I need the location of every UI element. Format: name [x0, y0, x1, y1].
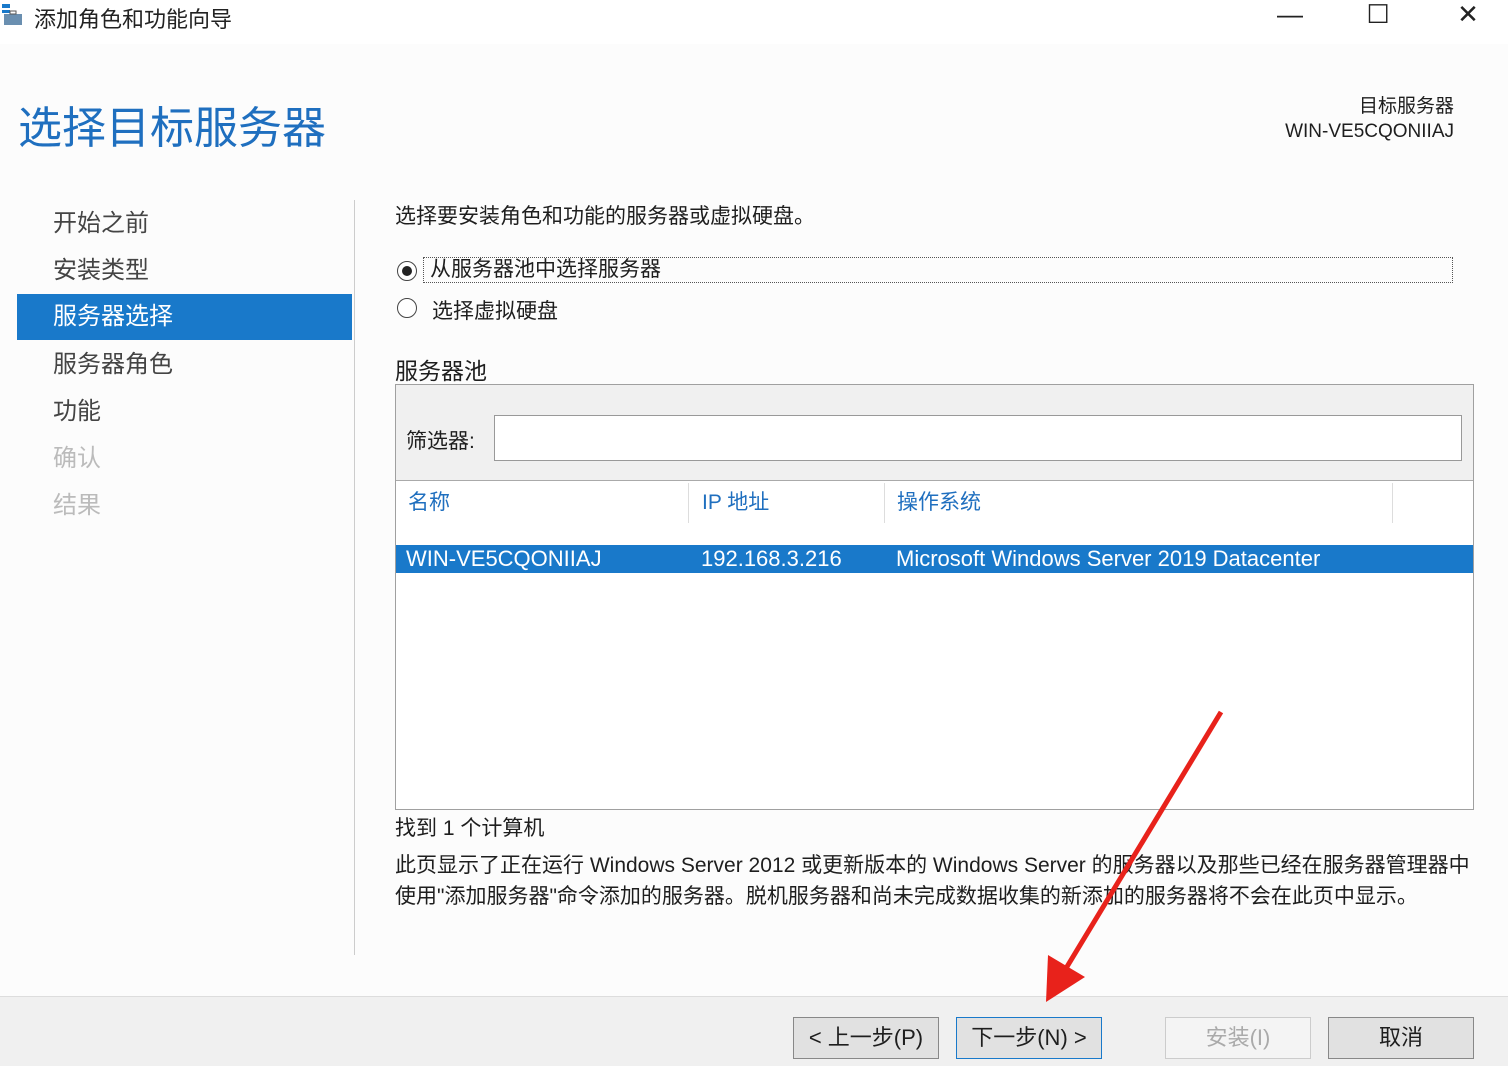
radio-vhd[interactable]: 选择虚拟硬盘	[397, 297, 697, 323]
destination-server-name: WIN-VE5CQONIIAJ	[1285, 121, 1454, 142]
cell-name: WIN-VE5CQONIIAJ	[406, 546, 602, 571]
filter-bar: 筛选器:	[396, 385, 1473, 481]
install-button: 安装(I)	[1165, 1017, 1311, 1059]
description-text: 此页显示了正在运行 Windows Server 2012 或更新版本的 Win…	[395, 854, 1470, 908]
instruction-text: 选择要安装角色和功能的服务器或虚拟硬盘。	[395, 205, 815, 228]
radio-button[interactable]	[397, 298, 417, 318]
footer: < 上一步(P) 下一步(N) > 安装(I) 取消	[0, 996, 1508, 1066]
maximize-button[interactable]: ☐	[1348, 0, 1408, 30]
nav-item-before-you-begin[interactable]: 开始之前	[17, 201, 352, 247]
cell-ip: 192.168.3.216	[701, 546, 842, 571]
window-title: 添加角色和功能向导	[34, 7, 233, 32]
found-count: 找到 1 个计算机	[395, 817, 545, 840]
radio-label: 从服务器池中选择服务器	[423, 257, 1453, 283]
filter-label: 筛选器:	[406, 430, 475, 453]
nav-item-results: 结果	[53, 492, 101, 519]
previous-button[interactable]: < 上一步(P)	[793, 1017, 939, 1059]
server-pool: 筛选器: 名称 IP 地址 操作系统 WIN-VE5CQONIIAJ 192.1…	[395, 384, 1474, 810]
column-ip[interactable]: IP 地址	[702, 483, 769, 523]
pool-heading: 服务器池	[395, 358, 487, 384]
divider	[354, 200, 355, 955]
cell-os: Microsoft Windows Server 2019 Datacenter	[896, 546, 1321, 571]
nav-item-installation-type[interactable]: 安装类型	[17, 248, 352, 294]
nav-item-confirmation: 确认	[53, 445, 101, 472]
minimize-button[interactable]: —	[1260, 0, 1320, 30]
radio-button[interactable]	[397, 261, 417, 281]
next-button[interactable]: 下一步(N) >	[956, 1017, 1102, 1059]
title-bar: 添加角色和功能向导 — ☐ ✕	[0, 0, 1508, 44]
column-os[interactable]: 操作系统	[897, 483, 981, 523]
column-separator[interactable]	[688, 483, 689, 523]
cancel-button[interactable]: 取消	[1328, 1017, 1474, 1059]
close-button[interactable]: ✕	[1438, 0, 1498, 30]
radio-label: 选择虚拟硬盘	[432, 300, 558, 323]
column-name[interactable]: 名称	[408, 483, 450, 523]
wizard-icon	[2, 4, 22, 25]
nav-item-server-roles[interactable]: 服务器角色	[17, 342, 352, 388]
filter-input[interactable]	[494, 415, 1462, 461]
nav-item-features[interactable]: 功能	[17, 389, 352, 435]
page-title: 选择目标服务器	[18, 104, 326, 153]
nav-item-server-selection[interactable]: 服务器选择	[17, 294, 352, 340]
destination-label: 目标服务器	[1358, 96, 1454, 117]
destination-server: 目标服务器 WIN-VE5CQONIIAJ	[1285, 94, 1454, 144]
column-separator[interactable]	[1392, 483, 1393, 523]
column-separator[interactable]	[884, 483, 885, 523]
radio-server-pool[interactable]: 从服务器池中选择服务器	[397, 257, 1457, 285]
table-row[interactable]: WIN-VE5CQONIIAJ 192.168.3.216 Microsoft …	[396, 545, 1473, 573]
